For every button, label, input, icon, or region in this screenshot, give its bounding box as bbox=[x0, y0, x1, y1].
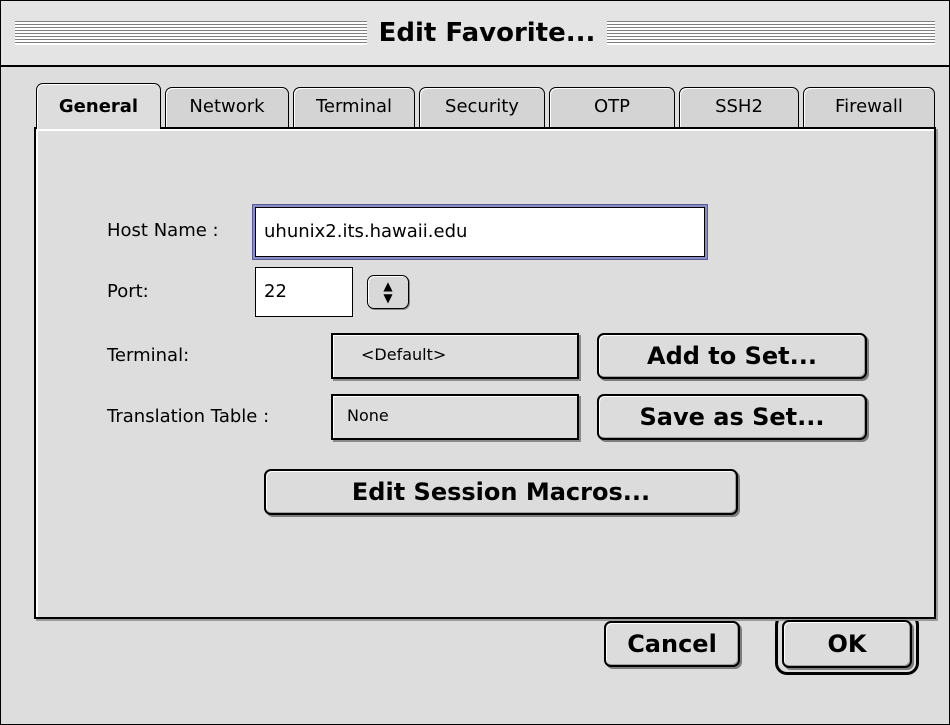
tab-network[interactable]: Network bbox=[165, 87, 289, 127]
host-name-input[interactable]: uhunix2.its.hawaii.edu bbox=[255, 207, 705, 257]
up-down-arrows-icon: ▲ ▼ bbox=[383, 279, 393, 305]
add-to-set-button[interactable]: Add to Set... bbox=[597, 333, 867, 379]
host-name-label: Host Name : bbox=[107, 220, 219, 241]
translation-table-label: Translation Table : bbox=[107, 406, 270, 427]
terminal-popup-value: <Default> bbox=[361, 345, 447, 364]
title-bar[interactable]: Edit Favorite... bbox=[1, 1, 949, 67]
terminal-label: Terminal: bbox=[107, 345, 190, 366]
edit-session-macros-button[interactable]: Edit Session Macros... bbox=[264, 469, 738, 515]
terminal-popup[interactable]: <Default> bbox=[331, 333, 579, 379]
tab-ssh2[interactable]: SSH2 bbox=[679, 87, 799, 127]
ok-button[interactable]: OK bbox=[782, 620, 912, 668]
cancel-button[interactable]: Cancel bbox=[604, 621, 740, 667]
tab-terminal[interactable]: Terminal bbox=[293, 87, 415, 127]
port-input[interactable]: 22 bbox=[255, 267, 353, 317]
translation-table-popup-value: None bbox=[347, 406, 389, 425]
port-label: Port: bbox=[107, 281, 149, 302]
title-bar-stripes-right bbox=[607, 21, 935, 45]
edit-favorite-dialog: Edit Favorite... General Network Termina… bbox=[0, 0, 950, 725]
tab-firewall[interactable]: Firewall bbox=[803, 87, 935, 127]
translation-table-popup[interactable]: None bbox=[331, 394, 579, 440]
port-stepper[interactable]: ▲ ▼ bbox=[367, 275, 409, 309]
tab-otp[interactable]: OTP bbox=[549, 87, 675, 127]
window-title: Edit Favorite... bbox=[367, 15, 607, 51]
save-as-set-button[interactable]: Save as Set... bbox=[597, 394, 867, 440]
tab-general[interactable]: General bbox=[36, 83, 161, 129]
title-bar-stripes-left bbox=[15, 21, 367, 45]
tab-security[interactable]: Security bbox=[419, 87, 545, 127]
